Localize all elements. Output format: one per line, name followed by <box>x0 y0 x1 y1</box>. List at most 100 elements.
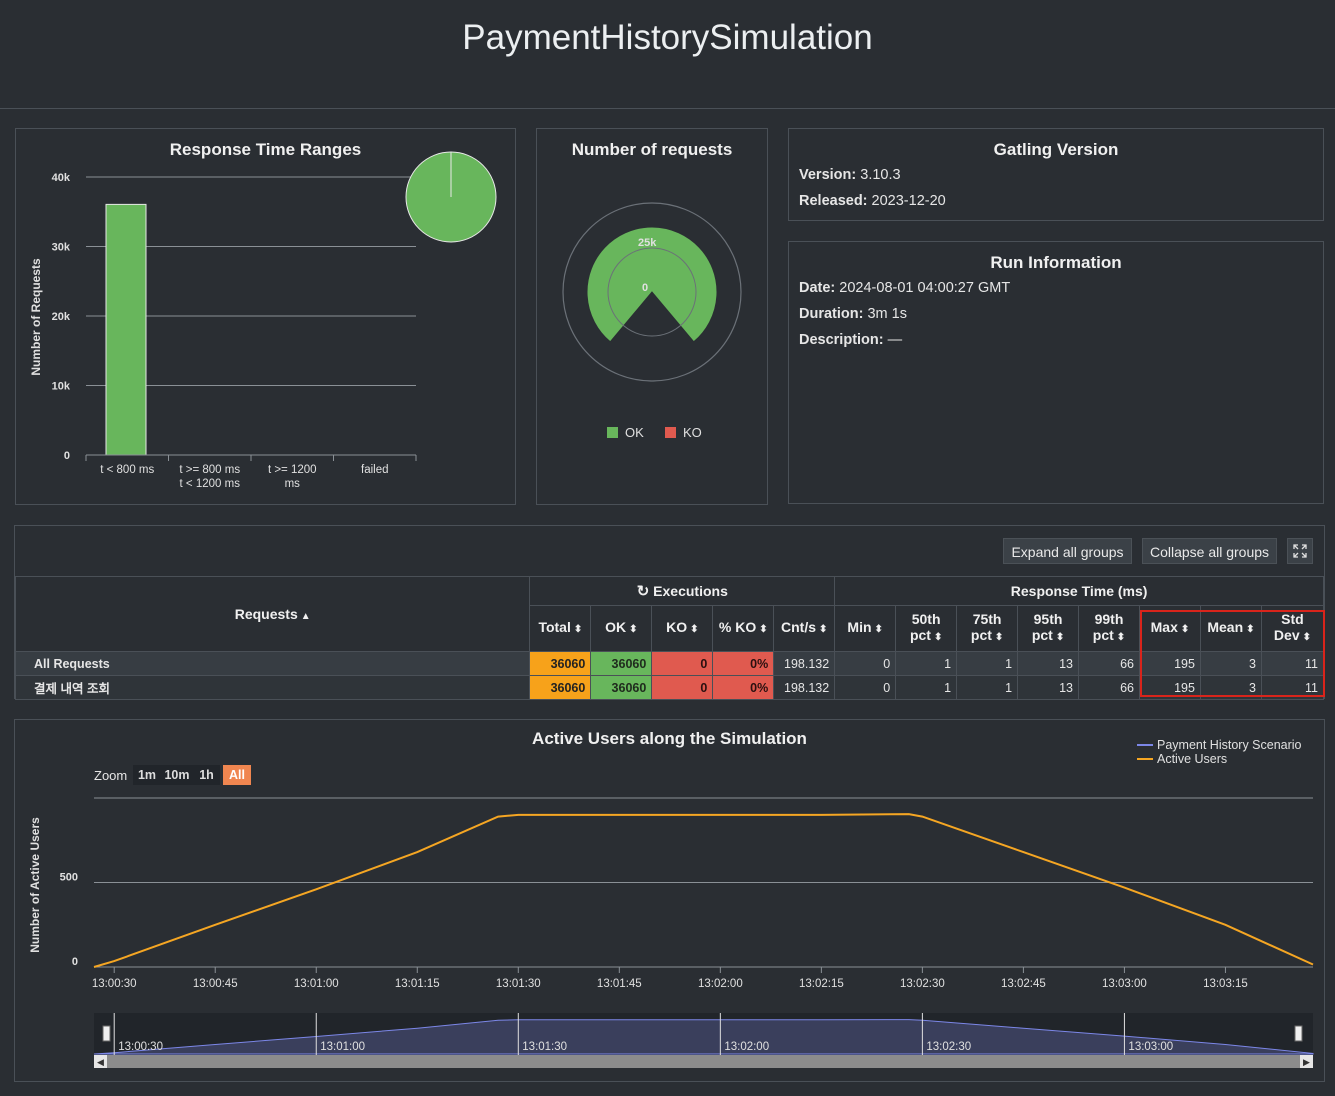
column-header-total[interactable]: Total ⬍ <box>529 605 592 652</box>
duration-value: 3m 1s <box>867 306 907 322</box>
sort-icon: ⬍ <box>629 624 638 636</box>
gatling-version-title: Gatling Version <box>993 140 1119 159</box>
released-label: Released: <box>799 193 868 209</box>
active-users-panel: Active Users along the Simulation Zoom 1… <box>14 719 1325 1082</box>
cell-p50: 1 <box>895 675 958 700</box>
sort-asc-icon: ▲ <box>300 611 311 622</box>
cell-p95: 13 <box>1017 651 1080 676</box>
au-x-tick-label: 13:02:00 <box>698 978 743 990</box>
requests-column-header[interactable]: Requests ▲ <box>14 576 531 652</box>
sort-icon: ⬍ <box>994 632 1004 644</box>
column-header-label: OK <box>605 619 627 636</box>
rtr-category-label: t >= 800 ms <box>179 464 240 476</box>
run-information-panel: Run Information Date: 2024-08-01 04:00:2… <box>788 241 1324 504</box>
fullscreen-button[interactable] <box>1287 538 1313 564</box>
column-header-ko[interactable]: KO ⬍ <box>651 605 714 652</box>
legend-active-users-label[interactable]: Active Users <box>1157 752 1227 766</box>
rtr-category-label: failed <box>361 464 389 476</box>
rtr-y-tick-label: 40k <box>52 172 71 184</box>
au-x-tick-label: 13:01:30 <box>496 978 541 990</box>
sort-icon: ⬍ <box>933 632 943 644</box>
executions-group-header: ↻ Executions <box>529 575 836 607</box>
au-y-axis-label: Number of Active Users <box>28 817 42 953</box>
duration-row: Duration: 3m 1s <box>799 306 907 322</box>
sort-icon: ⬍ <box>874 624 883 636</box>
description-label: Description: <box>799 332 884 348</box>
expand-all-groups-button[interactable]: Expand all groups <box>1003 538 1132 564</box>
rtr-bar[interactable] <box>105 203 147 456</box>
column-header-pct-ko[interactable]: % KO ⬍ <box>712 605 775 652</box>
au-x-tick-label: 13:03:15 <box>1203 978 1248 990</box>
navigator-tick-label: 13:03:00 <box>1128 1041 1173 1053</box>
au-x-tick-label: 13:03:00 <box>1102 978 1147 990</box>
requests-header-label: Requests <box>234 606 298 622</box>
cell-min: 0 <box>834 675 897 700</box>
table-row[interactable]: 결제 내역 조회 36060 36060 0 0% 198.132 0 1 1 13 66 195 3 1… <box>14 675 1325 700</box>
navigator-handle-right[interactable] <box>1294 1025 1303 1042</box>
gatling-version-panel: Gatling Version Version: 3.10.3 Released… <box>788 128 1324 221</box>
highlight-box <box>1140 610 1325 697</box>
au-x-tick-label: 13:02:45 <box>1001 978 1046 990</box>
cell-ok: 36060 <box>590 675 653 700</box>
response-time-group-header: Response Time (ms) <box>834 575 1324 607</box>
navigator-tick-label: 13:01:00 <box>320 1041 365 1053</box>
cell-p75: 1 <box>956 675 1019 700</box>
description-value: — <box>887 332 903 348</box>
column-header-p99[interactable]: 99th pct ⬍ <box>1078 605 1140 652</box>
sort-icon: ⬍ <box>1055 632 1065 644</box>
rtr-category-label: t < 1200 ms <box>180 478 241 490</box>
response-time-ranges-panel: Response Time Ranges Number of Requests … <box>15 128 516 505</box>
cell-p99: 66 <box>1078 651 1140 676</box>
column-header-min[interactable]: Min ⬍ <box>834 605 897 652</box>
column-header-label: Min <box>847 619 872 636</box>
column-header-p75[interactable]: 75th pct ⬍ <box>956 605 1019 652</box>
au-y-tick-label: 500 <box>60 872 78 884</box>
column-header-p95[interactable]: 95th pct ⬍ <box>1017 605 1080 652</box>
request-name[interactable]: All Requests <box>14 651 531 676</box>
au-x-tick-label: 13:01:45 <box>597 978 642 990</box>
legend-ko-label[interactable]: KO <box>683 425 702 440</box>
column-header-ok[interactable]: OK ⬍ <box>590 605 653 652</box>
duration-label: Duration: <box>799 306 864 322</box>
collapse-all-groups-button[interactable]: Collapse all groups <box>1142 538 1277 564</box>
response-time-ranges-chart: Number of Requests 0 10k 20k 30k 40k t < 800… <box>29 151 497 490</box>
rtr-category-label: t < 800 ms <box>100 464 154 476</box>
legend-scenario-label[interactable]: Payment History Scenario <box>1157 738 1302 752</box>
released-row: Released: 2023-12-20 <box>799 193 946 209</box>
column-header-label: KO <box>666 619 688 636</box>
sort-icon: ⬍ <box>690 624 699 636</box>
gauge-label-zero: 0 <box>642 282 648 294</box>
cell-cnt-s: 198.132 <box>773 675 836 700</box>
navigator-tick-label: 13:02:00 <box>724 1041 769 1053</box>
au-x-tick-label: 13:02:15 <box>799 978 844 990</box>
navigator-handle-left[interactable] <box>102 1025 111 1042</box>
sort-icon: ⬍ <box>573 624 583 636</box>
rtr-y-tick-label: 20k <box>52 311 71 323</box>
sort-icon: ⬍ <box>1116 632 1126 644</box>
cell-p99: 66 <box>1078 675 1140 700</box>
refresh-icon: ↻ <box>636 583 650 601</box>
column-header-p50[interactable]: 50th pct ⬍ <box>895 605 958 652</box>
fullscreen-icon <box>1293 544 1307 558</box>
cell-p75: 1 <box>956 651 1019 676</box>
table-row[interactable]: All Requests 36060 36060 0 0% 198.132 0 1 1 13 66 1… <box>14 651 1325 676</box>
cell-total: 36060 <box>529 651 592 676</box>
legend-ok-label[interactable]: OK <box>625 425 644 440</box>
statistics-table: Requests ▲ ↻ Executions Response Time (ms… <box>14 575 1325 700</box>
request-name[interactable]: 결제 내역 조회 <box>14 675 531 700</box>
version-value: 3.10.3 <box>860 167 901 183</box>
executions-header-label: Executions <box>653 583 728 600</box>
rtr-y-tick-label: 30k <box>52 242 71 254</box>
au-x-tick-label: 13:00:45 <box>193 978 238 990</box>
cell-pct-ko: 0% <box>712 675 775 700</box>
description-row: Description: — <box>799 332 902 348</box>
scrollbar-track[interactable] <box>94 1055 1313 1068</box>
scrollbar-right-arrow-icon: ▶ <box>1303 1057 1310 1067</box>
au-x-tick-label: 13:00:30 <box>92 978 137 990</box>
gauge-label-max: 25k <box>638 237 657 249</box>
cell-p50: 1 <box>895 651 958 676</box>
column-header-cnt-s[interactable]: Cnt/s ⬍ <box>773 605 836 652</box>
rtr-category-label: t >= 1200 <box>268 464 317 476</box>
cell-pct-ko: 0% <box>712 651 775 676</box>
sort-icon: ⬍ <box>819 624 828 636</box>
